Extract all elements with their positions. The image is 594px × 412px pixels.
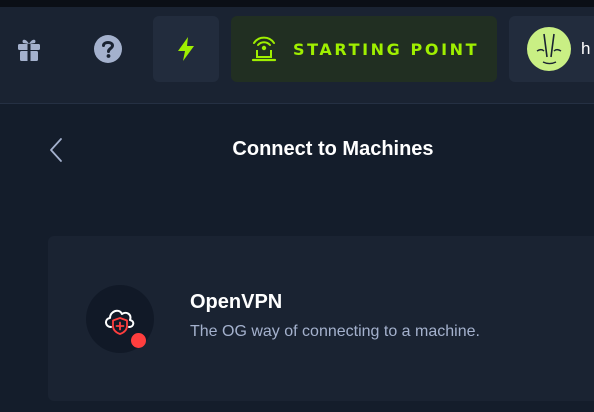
connection-status-dot (131, 333, 146, 348)
avatar-icon (536, 33, 562, 65)
quick-action-button[interactable] (153, 16, 219, 82)
question-icon (94, 35, 122, 63)
window-top-edge (0, 0, 594, 7)
openvpn-description: The OG way of connecting to a machine. (190, 323, 480, 340)
gift-icon (18, 39, 40, 61)
lightning-icon (178, 37, 194, 61)
gift-button[interactable] (14, 34, 44, 64)
back-button[interactable] (44, 136, 68, 164)
username: h (581, 39, 591, 58)
openvpn-title: OpenVPN (190, 291, 283, 313)
starting-point-button[interactable]: STARTING POINT (231, 16, 497, 82)
help-button[interactable] (92, 33, 124, 65)
page-title: Connect to Machines (232, 138, 434, 160)
chevron-left-icon (50, 138, 62, 162)
user-menu-button[interactable]: h (509, 16, 594, 82)
avatar (527, 27, 571, 71)
starting-point-label: STARTING POINT (293, 39, 480, 59)
starting-point-icon (251, 36, 277, 62)
app-frame: STARTING POINT h Connect to Machines Ope… (0, 0, 594, 412)
